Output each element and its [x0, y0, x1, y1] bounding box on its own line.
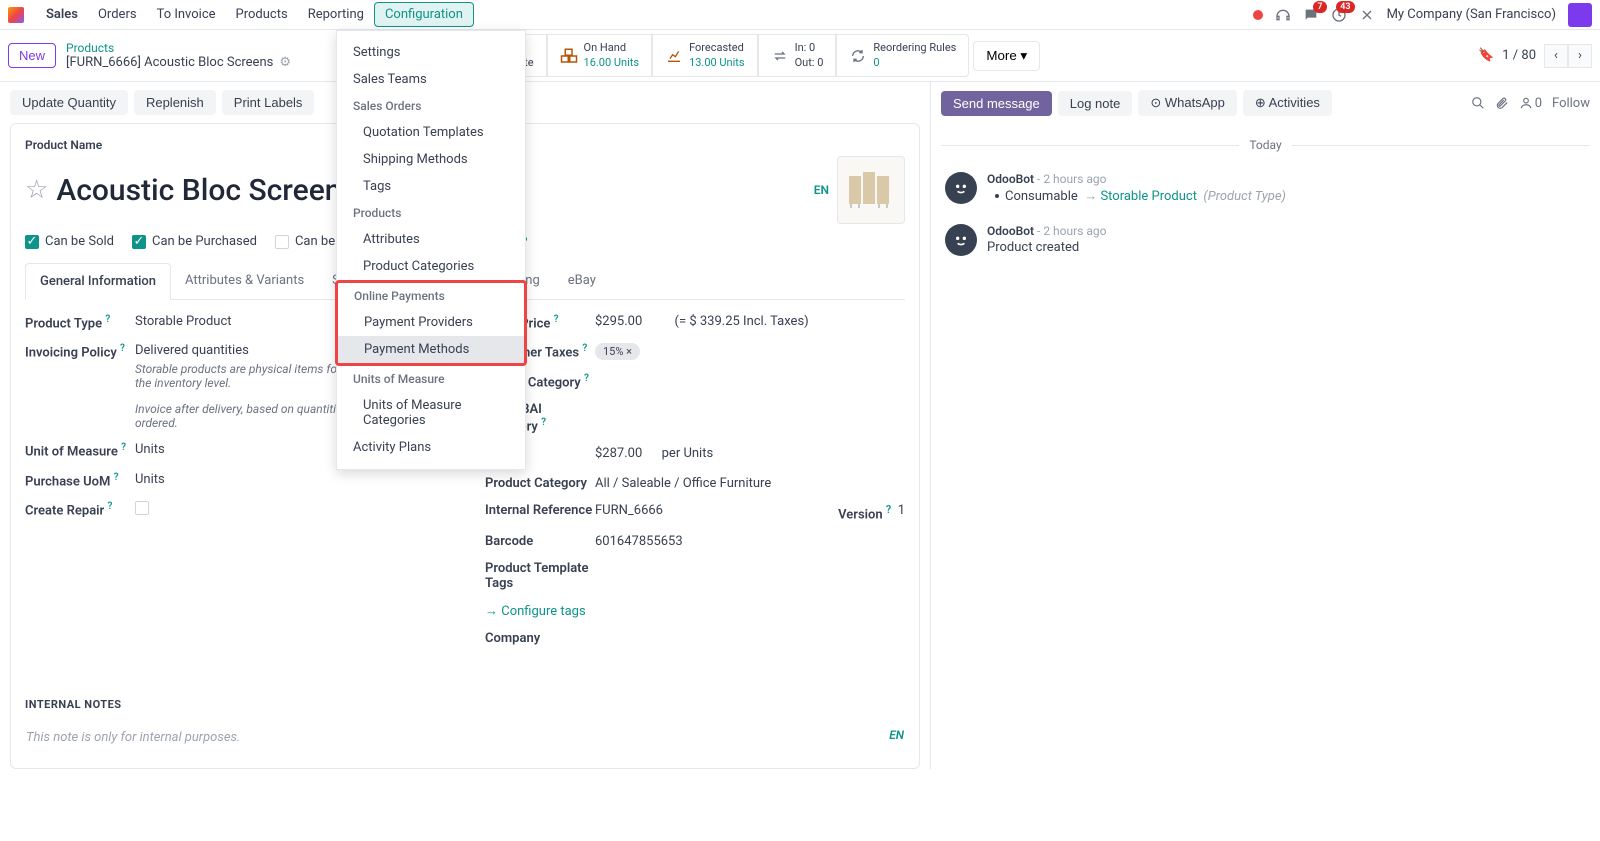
notes-lang[interactable]: EN	[889, 728, 904, 742]
bookmark-icon[interactable]: 🔖	[1478, 48, 1494, 63]
nav-sales[interactable]: Sales	[36, 1, 88, 28]
refresh-icon	[849, 47, 867, 65]
nav-configuration[interactable]: Configuration	[374, 2, 474, 27]
bot-avatar-icon	[945, 172, 977, 204]
internal-notes-label: INTERNAL NOTES	[25, 698, 905, 711]
stat-forecasted[interactable]: Forecasted13.00 Units	[652, 34, 758, 77]
follow-button[interactable]: Follow	[1552, 96, 1590, 111]
attachment-icon[interactable]	[1495, 96, 1509, 110]
boxes-icon	[560, 47, 578, 65]
app-logo-icon[interactable]	[8, 7, 24, 23]
breadcrumb-parent[interactable]: Products	[66, 41, 291, 55]
stat-onhand[interactable]: On Hand16.00 Units	[547, 34, 653, 77]
dd-settings[interactable]: Settings	[337, 39, 525, 66]
breadcrumb: Products [FURN_6666] Acoustic Bloc Scree…	[66, 41, 291, 70]
checkbox-icon: ✓	[132, 235, 146, 249]
more-button[interactable]: More ▾	[973, 41, 1040, 71]
cost-value[interactable]: $287.00 per Units	[595, 446, 713, 461]
dd-attributes[interactable]: Attributes	[337, 226, 525, 253]
create-repair-checkbox[interactable]	[135, 501, 149, 519]
tab-attributes[interactable]: Attributes & Variants	[171, 263, 318, 299]
search-icon[interactable]	[1471, 96, 1485, 110]
pager-prev[interactable]: ‹	[1544, 44, 1568, 68]
new-button[interactable]: New	[8, 43, 56, 68]
dd-sales-teams[interactable]: Sales Teams	[337, 66, 525, 93]
pager-text: 1 / 80	[1502, 48, 1536, 63]
print-labels-button[interactable]: Print Labels	[222, 90, 315, 115]
user-avatar[interactable]	[1568, 3, 1592, 27]
dd-uom-categories[interactable]: Units of Measure Categories	[337, 392, 525, 434]
barcode-value[interactable]: 601647855653	[595, 534, 683, 549]
nav-reporting[interactable]: Reporting	[298, 1, 374, 28]
tab-general[interactable]: General Information	[25, 263, 171, 300]
dd-header-uom: Units of Measure	[337, 366, 525, 392]
checkbox-icon: ✓	[25, 235, 39, 249]
headset-icon[interactable]	[1275, 7, 1291, 23]
uom-value[interactable]: Units	[135, 442, 165, 457]
pager-next[interactable]: ›	[1568, 44, 1592, 68]
chart-icon	[665, 47, 683, 65]
breadcrumb-bar: New Products [FURN_6666] Acoustic Bloc S…	[0, 30, 1600, 82]
chat-message: OdooBot - 2 hours ago Product created	[931, 218, 1600, 262]
configuration-dropdown: Settings Sales Teams Sales Orders Quotat…	[336, 30, 526, 470]
log-note-button[interactable]: Log note	[1058, 91, 1133, 116]
chatter: Send message Log note ⊙ WhatsApp ⊕ Activ…	[930, 82, 1600, 769]
dd-header-online-payments: Online Payments	[338, 283, 524, 309]
dd-payment-methods[interactable]: Payment Methods	[338, 336, 524, 363]
stat-reordering[interactable]: Reordering Rules0	[836, 34, 969, 77]
check-can-be-purchased[interactable]: ✓Can be Purchased	[132, 234, 257, 249]
send-message-button[interactable]: Send message	[941, 91, 1052, 116]
nav-products[interactable]: Products	[226, 1, 298, 28]
chat-icon[interactable]: 7	[1303, 7, 1319, 23]
sales-price-value[interactable]: $295.00 (= $ 339.25 Incl. Taxes)	[595, 314, 809, 329]
nav-to-invoice[interactable]: To Invoice	[147, 1, 226, 28]
lang-indicator[interactable]: EN	[814, 183, 829, 197]
followers-icon[interactable]: 0	[1519, 96, 1542, 111]
recording-indicator-icon	[1253, 10, 1263, 20]
dd-tags[interactable]: Tags	[337, 173, 525, 200]
dd-header-sales-orders: Sales Orders	[337, 93, 525, 119]
breadcrumb-current: [FURN_6666] Acoustic Bloc Screens	[66, 55, 273, 70]
dd-shipping-methods[interactable]: Shipping Methods	[337, 146, 525, 173]
tab-ebay[interactable]: eBay	[554, 263, 610, 299]
product-image[interactable]	[837, 156, 905, 224]
replenish-button[interactable]: Replenish	[134, 90, 216, 115]
activities-button[interactable]: ⊕ Activities	[1243, 90, 1332, 116]
product-title[interactable]: Acoustic Bloc Screens	[56, 173, 357, 208]
highlight-box: Online Payments Payment Providers Paymen…	[335, 280, 527, 366]
nav-orders[interactable]: Orders	[88, 1, 147, 28]
tools-icon[interactable]	[1359, 7, 1375, 23]
internal-notes-input[interactable]: This note is only for internal purposes.…	[25, 721, 905, 754]
stat-inout[interactable]: In: 0Out: 0	[758, 34, 837, 77]
activity-icon[interactable]: 43	[1331, 7, 1347, 23]
dd-header-products: Products	[337, 200, 525, 226]
bot-avatar-icon	[945, 224, 977, 256]
dd-product-categories[interactable]: Product Categories	[337, 253, 525, 280]
product-type-value[interactable]: Storable Product	[135, 314, 232, 329]
checkbox-icon	[275, 235, 289, 249]
check-can-be-sold[interactable]: ✓Can be Sold	[25, 234, 114, 249]
dd-payment-providers[interactable]: Payment Providers	[338, 309, 524, 336]
customer-taxes-value[interactable]: 15% ×	[595, 343, 640, 360]
gear-icon[interactable]: ⚙	[279, 55, 291, 70]
transfer-icon	[771, 47, 789, 65]
chat-message: OdooBot - 2 hours ago Consumable → Stora…	[931, 166, 1600, 210]
top-nav: Sales Orders To Invoice Products Reporti…	[0, 0, 1600, 30]
configure-tags-link[interactable]: Configure tags	[485, 603, 586, 619]
whatsapp-button[interactable]: ⊙ WhatsApp	[1138, 90, 1237, 116]
update-quantity-button[interactable]: Update Quantity	[10, 90, 128, 115]
dd-activity-plans[interactable]: Activity Plans	[337, 434, 525, 461]
product-category-value[interactable]: All / Saleable / Office Furniture	[595, 476, 771, 491]
internal-ref-value[interactable]: FURN_6666Version ? 1	[595, 503, 905, 522]
favorite-star-icon[interactable]: ☆	[25, 175, 48, 205]
purchase-uom-value[interactable]: Units	[135, 472, 165, 487]
chat-separator: Today	[931, 138, 1600, 152]
company-name[interactable]: My Company (San Francisco)	[1387, 7, 1556, 22]
dd-quotation-templates[interactable]: Quotation Templates	[337, 119, 525, 146]
